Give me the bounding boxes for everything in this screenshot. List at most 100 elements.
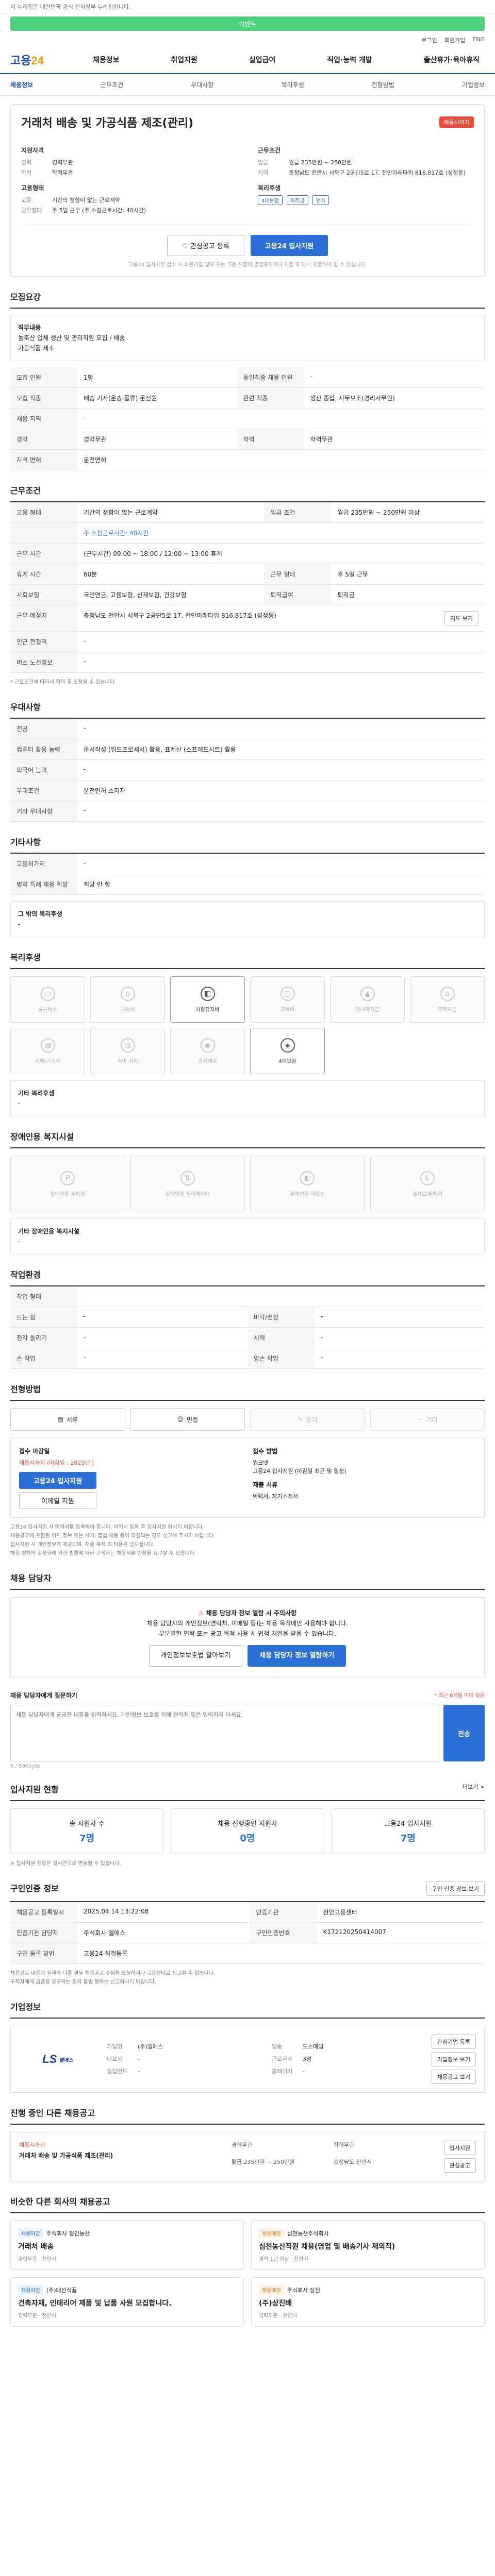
welfare-item: ◉ 중식제공 (170, 1028, 245, 1074)
tab-welfare[interactable]: 복리후생 (281, 80, 304, 89)
row-value: 1명 (77, 367, 237, 388)
gnb-item-training[interactable]: 직업·능력 개발 (327, 55, 372, 65)
login-link[interactable]: 로그인 (421, 36, 437, 44)
documents-title: 제출 서류 (253, 1481, 278, 1488)
disability-section: 장애인용 복지시설 P 장애인용 주차장 ⇅ 장애인용 엘리베이터 ◐ 장애인용 화장실 ♿… (10, 1130, 485, 1255)
row-key: 근무 형태 (264, 564, 332, 585)
applicants-note: ※ 입사지원 현황은 실시간으로 변동될 수 있습니다. (10, 1861, 121, 1867)
apply-method-col: 접수 방법 워크넷 고용24 입사지원 (마감일 최근 및 일정) 제출 서류 … (253, 1447, 476, 1509)
gnb-item-jobs[interactable]: 채용정보 (93, 55, 120, 65)
apply-button[interactable]: 고용24 입사지원 (251, 235, 328, 256)
gnb-item-leave[interactable]: 출산휴가·육아휴직 (424, 55, 480, 65)
row-key: 인근 전철역 (10, 631, 77, 652)
toilet-icon: ◐ (300, 1171, 315, 1185)
event-banner-text: 이벤트 (239, 20, 256, 28)
row-value: - (77, 1327, 248, 1348)
conditions-group: 근무조건 임금 월급 235만원 ~ 250만원 지역 충청남도 천안시 서북구 2… (258, 146, 474, 178)
workplace-address: 충청남도 천안시 서북구 2공단5로 17, 천안미래타워 816,817호 (… (84, 612, 276, 619)
signup-link[interactable]: 회원가입 (444, 36, 465, 44)
welfare-other-value: - (18, 1100, 21, 1107)
meta-button[interactable]: 구인 인증 정보 보기 (426, 1882, 485, 1896)
other-job-scrap-button[interactable]: 관심공고 (443, 2158, 476, 2173)
disability-item: ♿ 경사로/휠체어 (370, 1156, 485, 1212)
others-section: 진행 중인 다른 채용공고 채용시까지 거래처 배송 및 가공식품 제조(관리)… (10, 2106, 485, 2181)
event-banner[interactable]: 이벤트 (10, 16, 485, 31)
row-value: 퇴직금 (331, 584, 485, 605)
gnb-item-unemployment[interactable]: 실업급여 (249, 55, 276, 65)
similar-job-company: 주식회사 정인농산 (46, 2230, 90, 2237)
row-key: 버스 노선정보 (10, 652, 77, 673)
similar-job-title[interactable]: 거래처 배송 (18, 2241, 236, 2251)
company-jobs-button[interactable]: 채용공고 보기 (431, 2070, 476, 2084)
conditions-heading: 근무조건 (258, 147, 281, 154)
inquiry-textarea[interactable] (10, 1705, 438, 1761)
other-job-meta-item: 경력무관 (231, 2142, 253, 2148)
similar-job-meta: 경력무관 · 천안시 (259, 2313, 297, 2319)
row-value: - (77, 854, 485, 874)
row-key: 양손 작업 (248, 1348, 315, 1369)
row-key: 고용 형태 (10, 502, 77, 523)
welfare-other-label: 기타 복리후생 (18, 1090, 55, 1097)
disability-item-label: 장애인용 엘리베이터 (165, 1191, 210, 1197)
summary-value: 학력무관 (52, 170, 73, 176)
apply-buttons: 고용24 입사지원 이메일 지원 (19, 1472, 96, 1509)
table-row: 드는 힘 - 바닥/천장 - (10, 1307, 485, 1328)
row-key: 근무 예정지 (10, 605, 77, 632)
email-apply-button[interactable]: 이메일 지원 (19, 1492, 96, 1509)
similar-job-card[interactable]: 채용마감 (주)대선식품 건축자재, 인테리어 제품 및 납품 사원 모집합니다. 경… (10, 2277, 244, 2327)
company-info-button[interactable]: 기업정보 보기 (431, 2052, 476, 2066)
conditions-section: 근무조건 고용 형태 기간의 정함이 없는 근로계약 임금 조건 월급 235만원 ~… (10, 484, 485, 687)
manager-section: 채용 담당자 ⚠ 채용 담당자 정보 열람 시 주의사항 채용 담당자의 개인정… (10, 1571, 485, 1677)
similar-job-title[interactable]: (주)상진배 (259, 2298, 477, 2308)
similar-job-title[interactable]: 심천농산직원 채용(영업 및 배송기사 제외직) (259, 2241, 477, 2251)
welfare-heading: 복리후생 (10, 951, 485, 969)
apply-method-line: 고용24 입사지원 (마감일 최근 및 일정) (253, 1468, 346, 1475)
row-key: 구인인증번호 (250, 1922, 317, 1943)
similar-job-card[interactable]: 채용예정 주식회사 상진 (주)상진배 경력무관 · 천안시 (251, 2277, 485, 2327)
other-job-item[interactable]: 채용시까지 거래처 배송 및 가공식품 제조(관리) 경력무관 학력무관 월급 … (10, 2132, 485, 2181)
tab-company[interactable]: 기업정보 (462, 80, 485, 89)
applicants-more-link[interactable]: 더보기 > (463, 1783, 485, 1795)
row-key: 사회보험 (10, 584, 77, 605)
tab-method[interactable]: 전형방법 (372, 80, 394, 89)
map-button[interactable]: 지도 보기 (444, 611, 478, 625)
recruit-table: 모집 인원 1명 동일직종 채용 인원 - 모집 직종 배송 기사(운송·물류) 운전원… (10, 367, 485, 470)
scrap-label: 관심공고 등록 (190, 243, 229, 250)
company-key: 홈페이지 (271, 2068, 293, 2075)
table-row: 고용허가제 - (10, 854, 485, 874)
book-icon: ▥ (280, 986, 295, 1001)
other-job-title[interactable]: 거래처 배송 및 가공식품 제조(관리) (19, 2151, 221, 2160)
site-logo[interactable]: 고용24 (10, 52, 88, 68)
similar-job-tag: 채용마감 (18, 2285, 43, 2295)
similar-job-title[interactable]: 건축자재, 인테리어 제품 및 납품 사원 모집합니다. (18, 2298, 236, 2308)
row-value: 주식회사 엘에스 (77, 1922, 250, 1943)
row-value: 60분 (77, 564, 265, 585)
tab-recruit[interactable]: 채용정보 (10, 80, 33, 89)
documents-value: 이력서, 자기소개서 (253, 1493, 298, 1500)
inquiry-send-button[interactable]: 전송 (443, 1705, 485, 1761)
table-row: 근무 시간 (근무시간) 09:00 ~ 18:00 / 12:00 ~ 13:0… (10, 543, 485, 564)
table-row: 사회보험 국민연금, 고용보험, 산재보험, 건강보험 퇴직급여 퇴직금 (10, 584, 485, 605)
row-key: 병역 특례 채용 희망 (10, 874, 77, 895)
apply-button-2[interactable]: 고용24 입사지원 (19, 1472, 96, 1489)
summary-key: 임금 (258, 159, 269, 166)
language-link[interactable]: ENG (472, 36, 485, 44)
similar-job-card[interactable]: 채용예정 심천농산주식회사 심천농산직원 채용(영업 및 배송기사 제외직) 경력 1… (251, 2221, 485, 2270)
summary-value: 경력무관 (52, 159, 73, 166)
privacy-law-button[interactable]: 개인정보보호법 알아보기 (148, 1645, 243, 1667)
welfare-item-label: 통근버스 (38, 1007, 57, 1013)
disability-other-value: - (18, 1238, 21, 1245)
favorite-company-button[interactable]: 관심기업 등록 (431, 2035, 476, 2049)
other-job-apply-button[interactable]: 입사지원 (443, 2141, 476, 2155)
similar-job-card[interactable]: 채용마감 주식회사 정인농산 거래처 배송 경력무관 · 천안시 (10, 2221, 244, 2270)
view-manager-button[interactable]: 채용 담당자 정보 열람하기 (248, 1645, 346, 1667)
welfare-item: ▭ 통근버스 (10, 976, 85, 1023)
gnb-item-support[interactable]: 취업지원 (171, 55, 197, 65)
tab-prefer[interactable]: 우대사항 (191, 80, 213, 89)
scrap-button[interactable]: ♡ 관심공고 등록 (167, 235, 244, 256)
method-steps: ▤ 서류 ☺ 면접 ✎ 필기 ⋯ 기타 (10, 1408, 485, 1431)
row-value: 학력무관 (304, 429, 485, 450)
tab-conditions[interactable]: 근무조건 (101, 80, 123, 89)
row-key: 휴게 시간 (10, 564, 77, 585)
inquiry-note: * 최근 6개월 이내 질문 (434, 1693, 485, 1699)
